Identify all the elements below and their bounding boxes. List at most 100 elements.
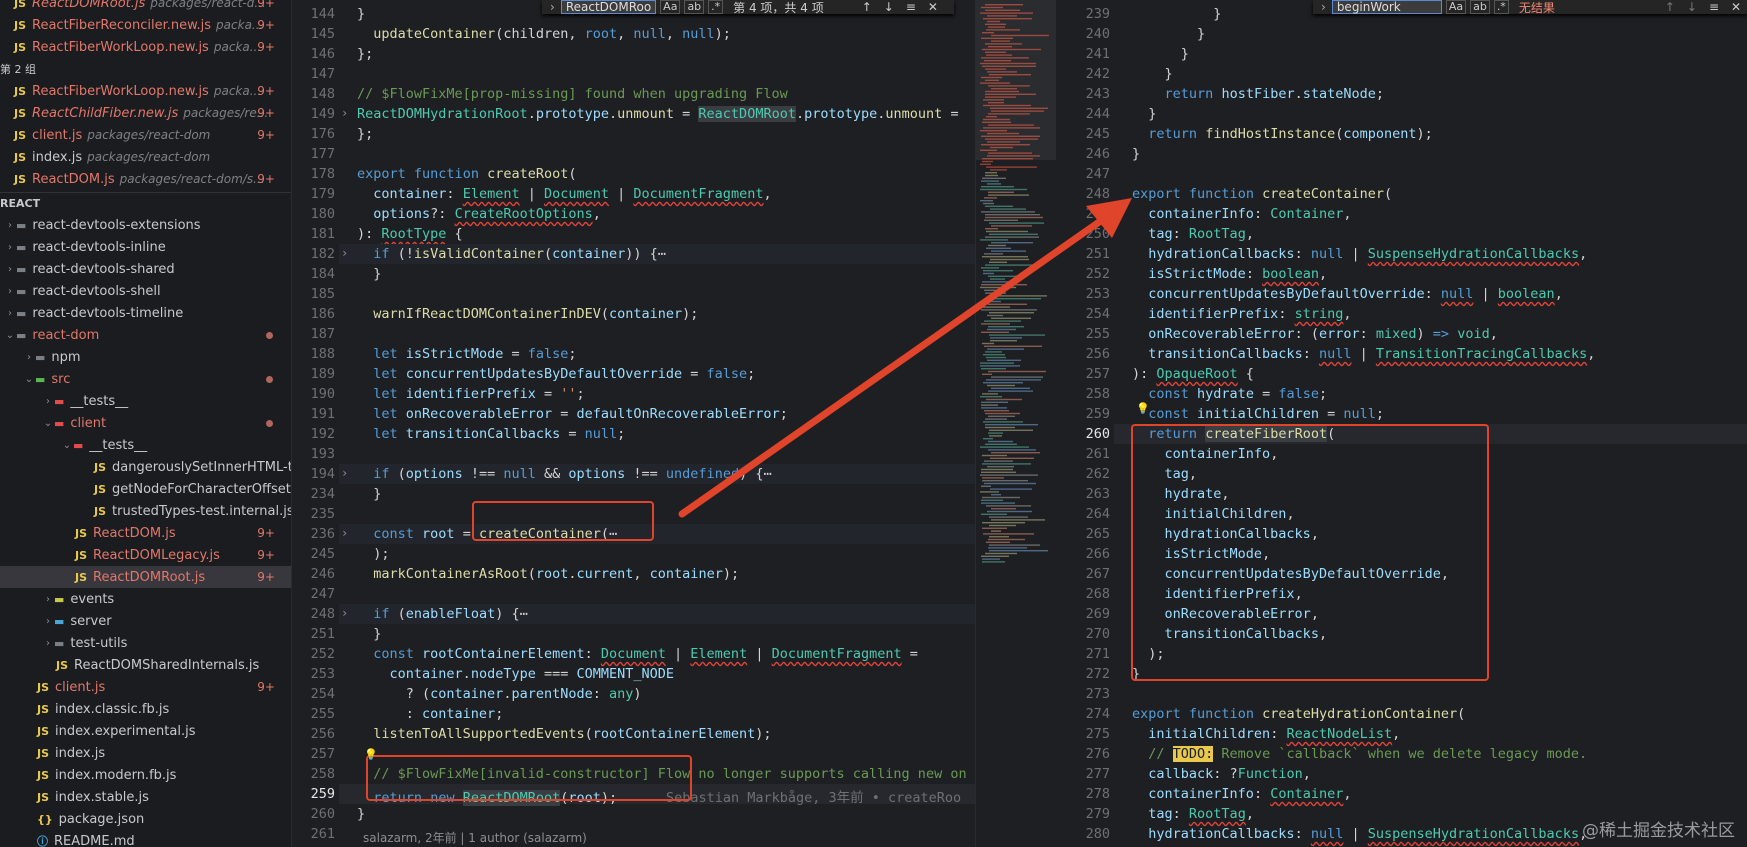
tree-item[interactable]: ⌄ ▬ __tests__ [0,434,291,456]
tree-item[interactable]: › ▬ events [0,588,291,610]
tree-item[interactable]: JS getNodeForCharacterOffset-test.js [0,478,291,500]
tree-item[interactable]: › ▬ test-utils [0,632,291,654]
chevron-right-icon[interactable]: › [42,396,54,407]
find-widget-right[interactable]: › beginWork Aa ab .* 无结果 ↑ ↓ ≡ ✕ [1313,0,1747,15]
code-line[interactable]: containerInfo: Container, [1132,206,1351,222]
chevron-right-icon[interactable]: › [42,638,54,649]
open-editor-item[interactable]: JS ReactDOM.js packages/react-dom/s... 9+ [0,168,291,190]
tree-item[interactable]: › ▬ react-devtools-shell [0,280,291,302]
code-line[interactable]: concurrentUpdatesByDefaultOverride: null… [1132,286,1563,302]
chevron-right-icon[interactable]: › [4,242,16,253]
fold-chevron-icon[interactable]: › [341,466,348,480]
code-line[interactable]: hydrationCallbacks: null | SuspenseHydra… [1132,826,1587,842]
project-header[interactable]: REACT [0,192,291,214]
code-line[interactable]: isStrictMode: boolean, [1132,266,1327,282]
chevron-down-icon[interactable]: ⌄ [23,374,35,385]
tree-item[interactable]: › ▬ __tests__ [0,390,291,412]
code-line[interactable]: tag: RootTag, [1132,806,1254,822]
tree-item[interactable]: JS ReactDOMLegacy.js 9+ [0,544,291,566]
lightbulb-icon[interactable]: 💡 [364,748,378,761]
code-line[interactable]: initialChildren: ReactNodeList, [1132,726,1400,742]
fold-chevron-icon[interactable]: › [341,106,348,120]
match-case-toggle[interactable]: Aa [1445,0,1467,14]
code-line[interactable]: options?: CreateRootOptions, [357,206,601,222]
code-line[interactable]: ): OpaqueRoot { [1132,366,1254,382]
arrow-up-icon[interactable]: ↑ [1665,0,1675,14]
chevron-right-icon[interactable]: › [4,308,16,319]
code-line[interactable]: : container; [357,706,504,722]
code-line[interactable]: tag: RootTag, [1132,226,1254,242]
code-line[interactable]: } [357,266,381,282]
tree-item[interactable]: › ▬ server [0,610,291,632]
code-line[interactable]: warnIfReactDOMContainerInDEV(container); [357,306,698,322]
tree-item[interactable]: › ▬ react-devtools-inline [0,236,291,258]
code-line[interactable]: container.nodeType === COMMENT_NODE [357,666,675,682]
tree-item[interactable]: JS index.modern.fb.js [0,764,291,786]
tree-item[interactable]: JS trustedTypes-test.internal.js [0,500,291,522]
open-editor-item[interactable]: JS ReactFiberWorkLoop.new.js packa... 9+ [0,36,291,58]
code-line[interactable]: let isStrictMode = false; [357,346,576,362]
close-icon[interactable]: ✕ [1731,0,1741,14]
code-line[interactable]: // $FlowFixMe[prop-missing] found when u… [357,86,788,102]
tree-item[interactable]: JS index.experimental.js [0,720,291,742]
fold-chevron-icon[interactable]: › [341,606,348,620]
tree-item[interactable]: ⌄ ▬ src [0,368,291,390]
find-input[interactable]: beginWork [1331,0,1442,14]
find-widget-left[interactable]: › ReactDOMRoo Aa ab .* 第 4 项，共 4 项 ↑ ↓ ≡… [542,0,954,15]
code-line[interactable]: if (enableFloat) {⋯ [357,606,527,622]
menu-icon[interactable]: ≡ [906,0,916,14]
code-line[interactable]: } [357,6,365,22]
match-word-toggle[interactable]: ab [684,0,705,14]
fold-chevron-icon[interactable]: › [341,246,348,260]
group-header[interactable]: 第 2 组 [0,58,291,80]
code-line[interactable]: ? (container.parentNode: any) [357,686,642,702]
code-line[interactable]: export function createContainer( [1132,186,1392,202]
code-line[interactable]: ReactDOMHydrationRoot.prototype.unmount … [357,106,959,122]
regex-toggle[interactable]: .* [1493,0,1509,14]
tree-item[interactable]: ⌄ ▬ react-dom [0,324,291,346]
code-line[interactable]: updateContainer(children, root, null, nu… [357,26,731,42]
arrow-up-icon[interactable]: ↑ [862,0,872,14]
code-line[interactable]: } [1132,146,1140,162]
code-line[interactable]: } [1132,66,1173,82]
open-editor-item[interactable]: JS client.js packages/react-dom 9+ [0,124,291,146]
chevron-right-icon[interactable]: › [4,264,16,275]
tree-item[interactable]: › ▬ react-devtools-extensions [0,214,291,236]
code-line[interactable]: }; [357,126,373,142]
close-icon[interactable]: ✕ [928,0,938,14]
tree-item[interactable]: JS ReactDOM.js 9+ [0,522,291,544]
open-editor-item[interactable]: JS ReactFiberReconciler.new.js packa... 9+ [0,14,291,36]
code-line[interactable]: let onRecoverableError = defaultOnRecove… [357,406,788,422]
regex-toggle[interactable]: .* [708,0,724,14]
match-word-toggle[interactable]: ab [1470,0,1490,14]
chevron-down-icon[interactable]: ⌄ [61,440,73,451]
code-line[interactable]: } [357,486,381,502]
lightbulb-icon[interactable]: 💡 [1136,402,1150,415]
code-line[interactable]: const initialChildren = null; [1132,406,1384,422]
open-editor-item[interactable]: JS ReactChildFiber.new.js packages/re... 9+ [0,102,291,124]
code-line[interactable]: } [1132,26,1205,42]
arrow-down-icon[interactable]: ↓ [1687,0,1697,14]
code-line[interactable]: if (options !== null && options !== unde… [357,466,771,482]
code-line[interactable]: ); [357,546,389,562]
code-line[interactable]: } [1132,6,1221,22]
arrow-down-icon[interactable]: ↓ [884,0,894,14]
code-line[interactable]: let concurrentUpdatesByDefaultOverride =… [357,366,755,382]
code-line[interactable]: callback: ?Function, [1132,766,1311,782]
tree-item[interactable]: ⌄ ▬ client [0,412,291,434]
minimap[interactable] [975,0,1056,847]
codelens-author[interactable]: salazarm, 2年前 | 1 author (salazarm) [363,829,587,846]
chevron-right-icon[interactable]: › [23,352,35,363]
code-line[interactable]: let identifierPrefix = ''; [357,386,584,402]
minimap-viewport[interactable] [976,0,1056,160]
code-line[interactable]: return findHostInstance(component); [1132,126,1433,142]
open-editor-item[interactable]: JS ReactFiberWorkLoop.new.js packa... 9+ [0,80,291,102]
code-line[interactable]: const rootContainerElement: Document | E… [357,646,918,662]
code-line[interactable]: transitionCallbacks: null | TransitionTr… [1132,346,1595,362]
code-line[interactable]: let transitionCallbacks = null; [357,426,625,442]
code-line[interactable]: export function createRoot( [357,166,577,182]
code-line[interactable]: export function createHydrationContainer… [1132,706,1465,722]
chevron-down-icon[interactable]: ⌄ [42,418,54,429]
code-line[interactable]: } [357,806,365,822]
find-input[interactable]: ReactDOMRoo [560,0,657,14]
